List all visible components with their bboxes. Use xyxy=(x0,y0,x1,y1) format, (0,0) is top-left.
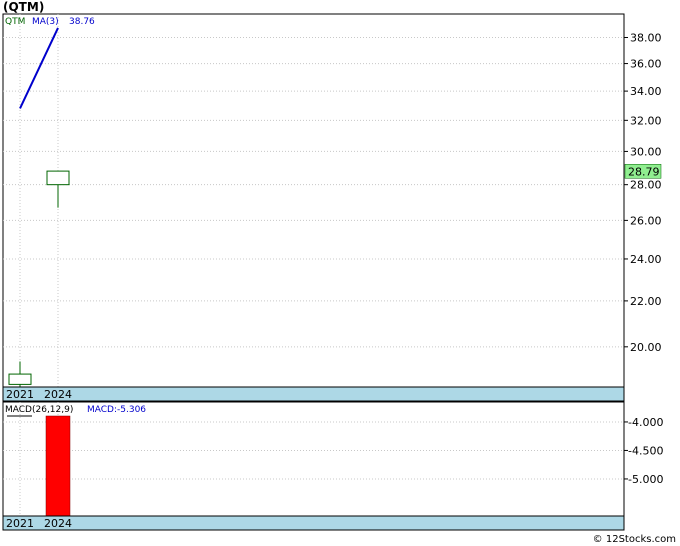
price-plot-area xyxy=(2,13,625,388)
legend-symbol: QTM xyxy=(5,17,25,27)
macd-tick-label: -4.500 xyxy=(628,444,663,457)
price-x-axis-band xyxy=(2,386,625,402)
macd-x-axis-band xyxy=(2,515,625,531)
macd-bar xyxy=(45,415,71,517)
price-tick-label: 38.00 xyxy=(630,32,662,45)
macd-panel: -4.000 -4.500 -5.000 2021 2024 MACD(26,12,9… xyxy=(2,401,663,531)
price-tick-label: 34.00 xyxy=(630,85,662,98)
price-tick-label: 22.00 xyxy=(630,295,662,308)
candle-body xyxy=(46,170,70,186)
macd-plot-area xyxy=(2,401,625,517)
macd-tick-label: -4.000 xyxy=(628,416,663,429)
price-tick-label: 28.00 xyxy=(630,179,662,192)
price-tick-label: 36.00 xyxy=(630,58,662,71)
price-x-tick-label: 2024 xyxy=(44,388,72,401)
price-tick-label: 30.00 xyxy=(630,145,662,158)
footer-credit: © 12Stocks.com xyxy=(592,534,676,545)
price-panel: 20.00 22.00 24.00 26.00 28.00 30.00 32.00 34.00… xyxy=(2,13,662,402)
macd-x-tick-label: 2024 xyxy=(44,517,72,530)
macd-x-tick-label: 2021 xyxy=(6,517,34,530)
legend-ma-label: MA(3) xyxy=(32,17,59,27)
macd-bar-layer xyxy=(45,415,71,517)
stock-chart: 20.00 22.00 24.00 26.00 28.00 30.00 32.00 34.00… xyxy=(2,13,663,531)
macd-legend-label: MACD(26,12,9) xyxy=(5,405,73,415)
price-y-axis: 20.00 22.00 24.00 26.00 28.00 30.00 32.00 34.00… xyxy=(624,32,662,354)
price-x-tick-label: 2021 xyxy=(6,388,34,401)
price-tick-label: 24.00 xyxy=(630,253,662,266)
legend-ma-value: 38.76 xyxy=(69,17,95,27)
macd-tick-label: -5.000 xyxy=(628,473,663,486)
last-price-label: 28.79 xyxy=(628,165,660,178)
macd-legend-value: MACD:-5.306 xyxy=(87,405,146,415)
macd-y-axis: -4.000 -4.500 -5.000 xyxy=(624,416,663,486)
price-tick-label: 26.00 xyxy=(630,214,662,227)
price-tick-label: 20.00 xyxy=(630,341,662,354)
candle-body xyxy=(8,373,32,385)
price-tick-label: 32.00 xyxy=(630,114,662,127)
last-price-marker: 28.79 xyxy=(624,164,662,179)
